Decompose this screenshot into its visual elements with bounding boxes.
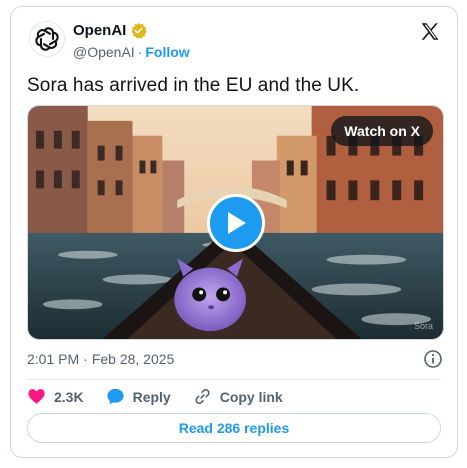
- tweet-card[interactable]: OpenAI @OpenAI · Follow Sora has arrived…: [10, 6, 458, 458]
- video-player[interactable]: Watch on X Sora: [27, 105, 444, 340]
- verified-badge-icon: [131, 22, 148, 39]
- x-logo-icon[interactable]: [419, 21, 441, 43]
- action-bar: 2.3K Reply Copy link: [27, 387, 283, 406]
- read-replies-button[interactable]: Read 286 replies: [27, 413, 441, 443]
- speech-bubble-icon: [107, 388, 124, 405]
- like-button[interactable]: 2.3K: [27, 387, 84, 406]
- reply-label: Reply: [132, 388, 171, 405]
- watch-on-x-button[interactable]: Watch on X: [331, 116, 433, 146]
- tweet-time: 2:01 PM: [27, 351, 80, 367]
- tweet-date: Feb 28, 2025: [91, 351, 175, 367]
- tweet-timestamp[interactable]: 2:01 PM · Feb 28, 2025: [27, 351, 174, 367]
- link-icon: [195, 389, 210, 404]
- author-name-row: OpenAI: [73, 22, 148, 39]
- play-button[interactable]: [206, 193, 265, 252]
- copy-link-button[interactable]: Copy link: [193, 387, 283, 406]
- heart-icon: [28, 389, 45, 404]
- follow-button[interactable]: Follow: [145, 44, 189, 60]
- author-name[interactable]: OpenAI: [73, 22, 126, 39]
- timestamp-separator: ·: [83, 351, 88, 367]
- like-count: 2.3K: [54, 388, 84, 405]
- author-handle[interactable]: @OpenAI: [73, 44, 135, 60]
- reply-button[interactable]: Reply: [106, 387, 171, 406]
- copy-link-label: Copy link: [219, 388, 283, 405]
- handle-separator: ·: [137, 44, 143, 60]
- openai-logo-icon[interactable]: [29, 21, 65, 57]
- tweet-text: Sora has arrived in the EU and the UK.: [27, 75, 360, 96]
- author-handle-row: @OpenAI · Follow: [73, 44, 190, 60]
- play-icon: [227, 211, 246, 234]
- video-watermark: Sora: [413, 321, 433, 331]
- info-icon[interactable]: [423, 349, 443, 369]
- divider: [27, 379, 441, 380]
